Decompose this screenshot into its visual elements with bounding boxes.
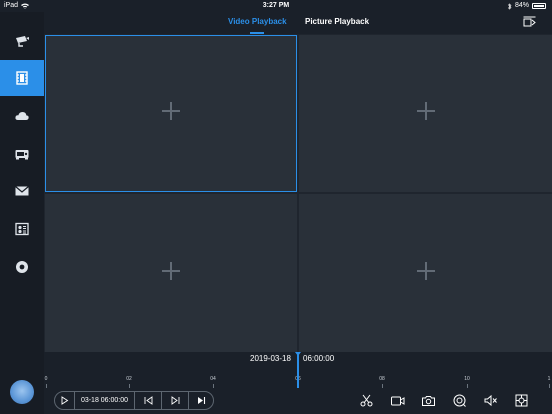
step-back-button[interactable] xyxy=(135,391,162,410)
status-time: 3:27 PM xyxy=(262,2,290,9)
sidebar-item-cloud[interactable] xyxy=(0,98,44,134)
sidebar-item-device[interactable] xyxy=(0,136,44,172)
step-forward-icon xyxy=(171,396,179,405)
sidebar xyxy=(0,12,44,414)
tick-label: 08 xyxy=(379,376,385,382)
tab-video-playback[interactable]: Video Playback xyxy=(228,17,287,26)
tick-label: 04 xyxy=(210,376,216,382)
add-channel-icon[interactable] xyxy=(161,261,181,286)
mute-icon xyxy=(484,394,497,407)
control-panel-icon xyxy=(15,222,29,236)
mail-icon xyxy=(15,186,29,196)
battery-icon xyxy=(532,3,546,9)
add-channel-icon[interactable] xyxy=(161,101,181,126)
tick-label: 10 xyxy=(464,376,470,382)
avatar[interactable] xyxy=(10,380,34,404)
tab-picture-playback[interactable]: Picture Playback xyxy=(305,17,369,26)
timeline-cursor[interactable] xyxy=(295,352,301,388)
bluetooth-icon xyxy=(507,2,512,10)
playback-film-icon xyxy=(16,71,28,85)
skip-end-icon xyxy=(197,397,205,404)
snapshot-icon xyxy=(422,396,435,406)
play-icon xyxy=(61,396,69,405)
tick-label: 0 xyxy=(44,376,48,382)
device-icon xyxy=(15,150,29,160)
cloud-icon xyxy=(15,112,29,120)
split-view-icon[interactable] xyxy=(523,16,536,28)
settings-icon xyxy=(515,394,528,407)
sidebar-item-live[interactable] xyxy=(0,23,44,59)
scissors-icon xyxy=(360,394,373,407)
fisheye-icon xyxy=(453,394,466,407)
video-grid xyxy=(44,34,552,352)
skip-end-button[interactable] xyxy=(189,391,213,410)
play-button[interactable] xyxy=(55,391,75,410)
snapshot-button[interactable] xyxy=(421,393,436,408)
playback-tabs: Video Playback Picture Playback xyxy=(44,12,552,34)
video-window-3[interactable] xyxy=(45,194,297,352)
camera-icon xyxy=(16,36,29,47)
tick-label: 1 xyxy=(547,376,551,382)
add-channel-icon[interactable] xyxy=(416,101,436,126)
eye-icon xyxy=(16,261,28,273)
step-back-icon xyxy=(144,396,152,405)
sidebar-item-eye[interactable] xyxy=(0,249,44,285)
fisheye-button[interactable] xyxy=(452,393,467,408)
settings-button[interactable] xyxy=(514,393,529,408)
clip-button[interactable] xyxy=(359,393,374,408)
mute-button[interactable] xyxy=(483,393,498,408)
tick-label: 02 xyxy=(126,376,132,382)
playback-controls: 03-18 06:00:00 xyxy=(44,388,552,414)
record-icon xyxy=(391,396,405,406)
sidebar-item-control[interactable] xyxy=(0,211,44,247)
add-channel-icon[interactable] xyxy=(416,261,436,286)
status-bar: iPad 3:27 PM 84% xyxy=(0,0,552,12)
video-window-1[interactable] xyxy=(45,35,297,192)
timeline-time: 06:00:00 xyxy=(303,354,335,363)
timeline-date: 2019-03-18 xyxy=(250,354,291,363)
timeline[interactable]: 2019-03-18 06:00:00 0 02 04 06 08 10 1 xyxy=(44,352,552,388)
sidebar-item-message[interactable] xyxy=(0,173,44,209)
record-button[interactable] xyxy=(390,393,405,408)
video-window-4[interactable] xyxy=(299,194,552,352)
video-window-2[interactable] xyxy=(299,35,552,192)
playback-control-group: 03-18 06:00:00 xyxy=(54,391,214,410)
step-forward-button[interactable] xyxy=(162,391,189,410)
playback-time-label[interactable]: 03-18 06:00:00 xyxy=(75,391,135,410)
sidebar-item-playback[interactable] xyxy=(0,60,44,96)
battery-percent: 84% xyxy=(514,2,529,9)
